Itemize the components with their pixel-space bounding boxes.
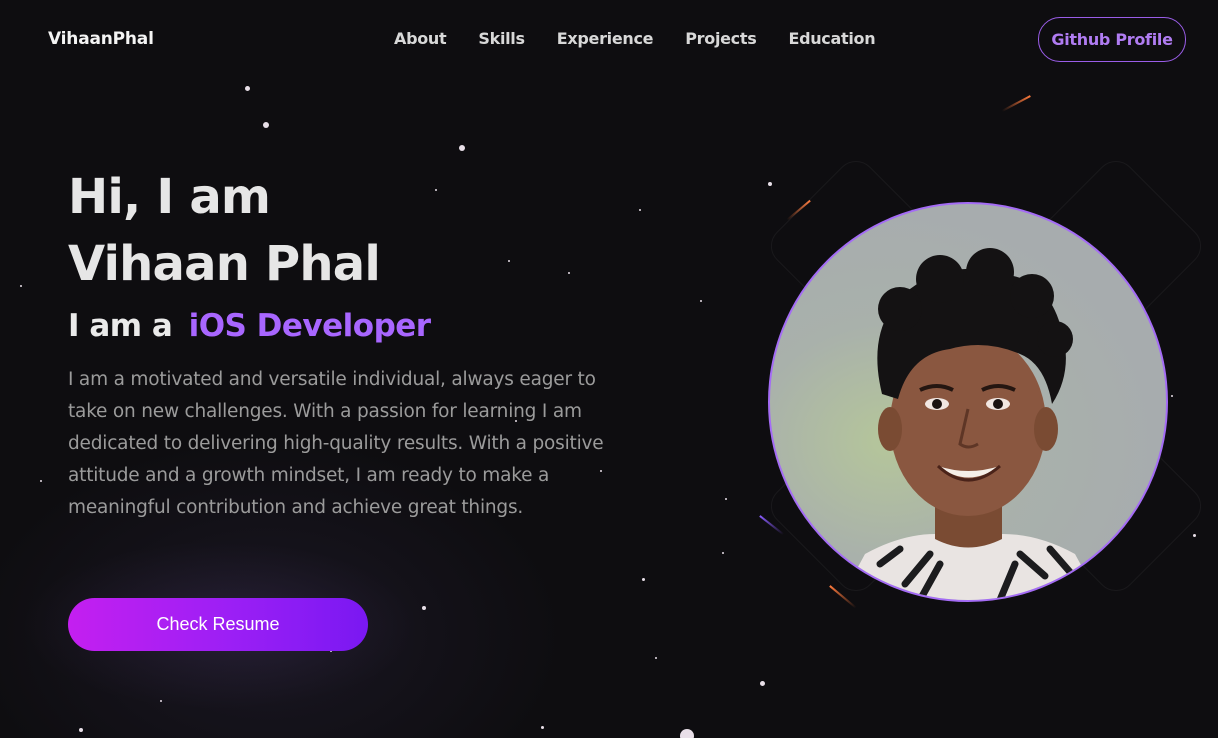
portrait-illustration bbox=[840, 248, 1100, 600]
top-navigation: VihaanPhal About Skills Experience Proje… bbox=[0, 0, 1218, 80]
check-resume-button[interactable]: Check Resume bbox=[68, 598, 368, 651]
hero-bio: I am a motivated and versatile individua… bbox=[68, 369, 604, 518]
nav-link-skills[interactable]: Skills bbox=[478, 29, 525, 48]
role-prefix: I am a bbox=[68, 308, 173, 344]
hero-name: Vihaan Phal bbox=[68, 236, 381, 292]
hero-page: VihaanPhal About Skills Experience Proje… bbox=[0, 0, 1218, 738]
hero-role: I am a iOS Developer bbox=[68, 308, 431, 344]
profile-photo bbox=[768, 202, 1168, 602]
role-title: iOS Developer bbox=[188, 308, 432, 344]
hero-greeting-line1: Hi, I am bbox=[68, 169, 271, 225]
hero-title: Hi, I am Vihaan Phal bbox=[68, 164, 381, 298]
nav-link-about[interactable]: About bbox=[394, 29, 447, 48]
nav-link-education[interactable]: Education bbox=[788, 29, 875, 48]
site-logo[interactable]: VihaanPhal bbox=[48, 29, 154, 49]
nav-links: About Skills Experience Projects Educati… bbox=[394, 29, 907, 48]
github-profile-button[interactable]: Github Profile bbox=[1038, 17, 1186, 62]
nav-link-experience[interactable]: Experience bbox=[557, 29, 654, 48]
nav-link-projects[interactable]: Projects bbox=[685, 29, 757, 48]
